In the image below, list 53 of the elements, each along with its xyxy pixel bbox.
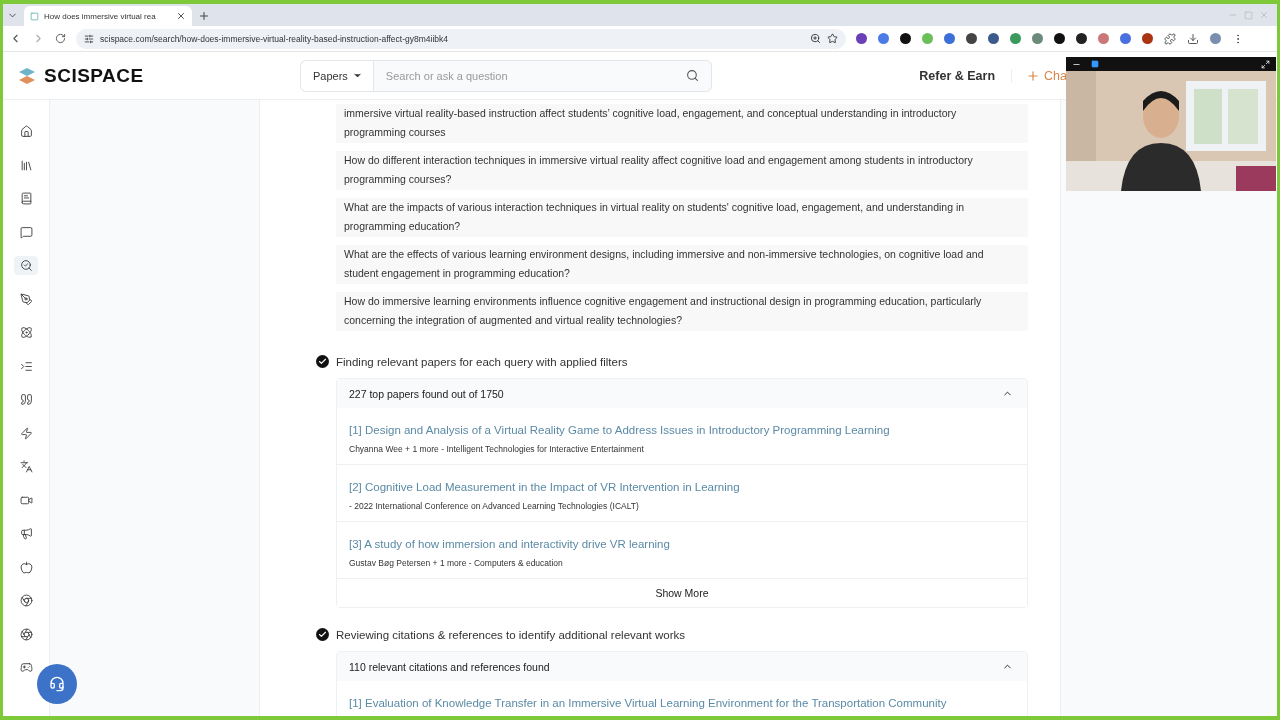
extension-icon[interactable] — [966, 33, 977, 44]
refer-link[interactable]: Refer & Earn — [919, 68, 1013, 83]
extension-icon[interactable] — [1076, 33, 1087, 44]
extension-icon[interactable] — [1142, 33, 1153, 44]
results-header[interactable]: 227 top papers found out of 1750 — [337, 379, 1027, 408]
extensions-icon[interactable] — [1164, 32, 1176, 45]
search-icon[interactable] — [686, 69, 699, 82]
url-text: scispace.com/search/how-does-immersive-virtual-reality-based-instruction-affect-gy8m4iibk4 — [100, 33, 449, 44]
logo-icon — [17, 65, 37, 86]
step-title: Reviewing citations & references to identify additional relevant works — [336, 628, 685, 641]
chrome-icon[interactable] — [18, 591, 34, 610]
query-item: What are the effects of various learning environment designs, including immersive and non-immersive technologies, on cognitive load and student engagement in programming education? — [336, 245, 1028, 284]
paper-meta: Chyanna Wee + 1 more - Intelligent Technologies for Interactive Entertainment — [349, 444, 645, 454]
extension-icon[interactable] — [900, 33, 911, 44]
query-item: How do immersive learning environments influence cognitive engagement and instructional design in programming education, particularly concerning the integration of augmented and virtual reality technologies? — [336, 292, 1028, 331]
query-item: What are the impacts of various interaction techniques in virtual reality on students' cognitive load, engagement, and understanding in programming education? — [336, 198, 1028, 237]
step-title: Finding relevant papers for each query with applied filters — [336, 355, 628, 368]
extension-icon[interactable] — [1054, 33, 1065, 44]
address-bar[interactable]: scispace.com/search/how-does-immersive-virtual-reality-based-instruction-affect-gy8m4iibk4 — [76, 28, 846, 49]
support-button[interactable] — [37, 664, 77, 704]
new-tab-icon[interactable] — [198, 10, 210, 22]
window-icon[interactable] — [1091, 60, 1099, 68]
search-field[interactable]: Papers Search or ask a question — [300, 59, 712, 92]
paper-meta: Gustav Bøg Petersen + 1 more - Computers & education — [349, 558, 564, 568]
close-icon[interactable] — [176, 11, 186, 21]
expand-icon[interactable] — [1261, 59, 1270, 69]
paper-title-link[interactable]: [3] A study of how immersion and interactivity drive VR learning — [349, 538, 1015, 550]
results-summary: 227 top papers found out of 1750 — [349, 387, 504, 400]
results-header[interactable]: 110 relevant citations and references found — [337, 652, 1027, 681]
logo-text: SCISPACE — [44, 64, 144, 87]
browser-tab[interactable]: How does immersive virtual rea — [24, 6, 192, 26]
query-item: immersive virtual reality-based instruction affect students’ cognitive load, engagement, and conceptual understanding in introductory programming courses — [336, 104, 1028, 143]
paper-title-link[interactable]: [2] Cognitive Load Measurement in the Impact of VR Intervention in Learning — [349, 481, 1015, 493]
headset-icon — [49, 676, 65, 692]
zoom-icon[interactable] — [810, 33, 821, 44]
profile-avatar[interactable] — [1210, 33, 1221, 44]
site-info-icon[interactable] — [84, 33, 94, 44]
favicon-icon — [30, 11, 39, 21]
download-icon[interactable] — [1187, 32, 1199, 45]
translate-icon[interactable] — [18, 457, 34, 476]
extension-icon[interactable] — [856, 33, 867, 44]
paper-meta: - 2022 International Conference on Advanced Learning Technologies (ICALT) — [349, 501, 640, 511]
paper-title-link[interactable]: [1] Evaluation of Knowledge Transfer in an Immersive Virtual Learning Environment for the Transportation Community — [349, 697, 1015, 709]
paper-title-link[interactable]: [1] Design and Analysis of a Virtual Reality Game to Address Issues in Introductory Programming Learning — [349, 424, 1015, 436]
tab-title: How does immersive virtual rea — [44, 11, 157, 21]
bookmark-icon[interactable] — [827, 33, 838, 44]
search-icon[interactable] — [14, 256, 38, 275]
reload-icon[interactable] — [55, 33, 66, 44]
results-summary: 110 relevant citations and references found — [349, 660, 550, 673]
plus-icon — [1026, 68, 1041, 83]
search-mode-dropdown[interactable]: Papers — [301, 60, 374, 91]
query-item: How do different interaction techniques in immersive virtual reality affect cognitive load and engagement among students in introductory programming courses? — [336, 151, 1028, 190]
extension-icon[interactable] — [988, 33, 999, 44]
